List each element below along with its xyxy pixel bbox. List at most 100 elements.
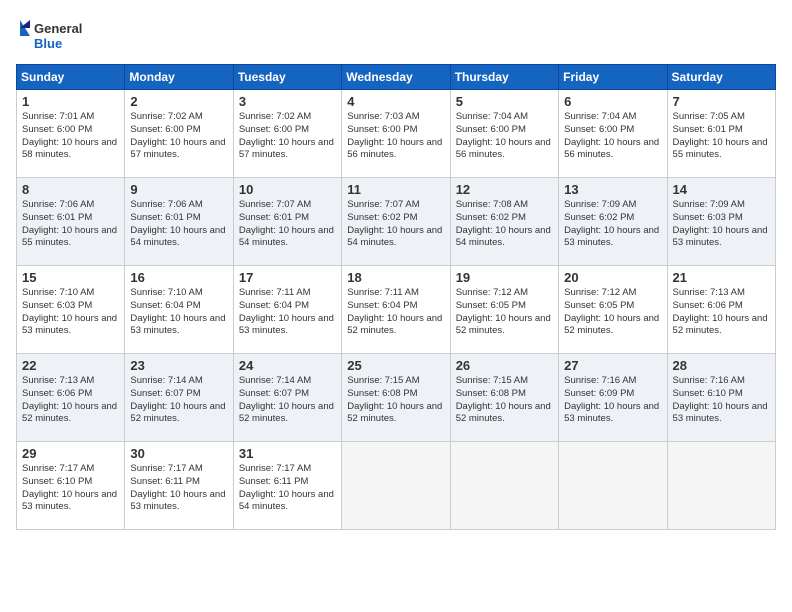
calendar-day-cell: 18Sunrise: 7:11 AM Sunset: 6:04 PM Dayli… xyxy=(342,266,450,354)
day-number: 17 xyxy=(239,270,336,285)
day-number: 8 xyxy=(22,182,119,197)
day-number: 6 xyxy=(564,94,661,109)
calendar-table: SundayMondayTuesdayWednesdayThursdayFrid… xyxy=(16,64,776,530)
day-detail: Sunrise: 7:05 AM Sunset: 6:01 PM Dayligh… xyxy=(673,111,770,162)
day-number: 25 xyxy=(347,358,444,373)
calendar-week-row: 8 Sunrise: 7:06 AM Sunset: 6:01 PM Daylig… xyxy=(17,178,776,266)
day-detail: Sunrise: 7:07 AM Sunset: 6:02 PM Dayligh… xyxy=(347,199,444,250)
calendar-day-cell: 12Sunrise: 7:08 AM Sunset: 6:02 PM Dayli… xyxy=(450,178,558,266)
day-detail: Sunrise: 7:08 AM Sunset: 6:02 PM Dayligh… xyxy=(456,199,553,250)
calendar-day-cell: 11 Sunrise: 7:07 AM Sunset: 6:02 PM Dayli… xyxy=(342,178,450,266)
weekday-header-cell: Friday xyxy=(559,65,667,90)
day-detail: Sunrise: 7:15 AM Sunset: 6:08 PM Dayligh… xyxy=(456,375,553,426)
day-number: 29 xyxy=(22,446,119,461)
logo: General Blue xyxy=(16,16,96,56)
day-detail: Sunrise: 7:01 AM Sunset: 6:00 PM Dayligh… xyxy=(22,111,119,162)
calendar-day-cell: 8Sunrise: 7:06 AM Sunset: 6:01 PM Daylig… xyxy=(17,178,125,266)
day-number: 9 xyxy=(130,182,227,197)
day-detail: Sunrise: 7:17 AM Sunset: 6:11 PM Dayligh… xyxy=(239,463,336,514)
calendar-day-cell: 21 Sunrise: 7:13 AM Sunset: 6:06 PM Dayli… xyxy=(667,266,775,354)
day-detail: Sunrise: 7:02 AM Sunset: 6:00 PM Dayligh… xyxy=(239,111,336,162)
day-detail: Sunrise: 7:09 AM Sunset: 6:03 PM Dayligh… xyxy=(673,199,770,250)
calendar-day-cell: 19Sunrise: 7:12 AM Sunset: 6:05 PM Dayli… xyxy=(450,266,558,354)
day-detail: Sunrise: 7:14 AM Sunset: 6:07 PM Dayligh… xyxy=(130,375,227,426)
day-number: 3 xyxy=(239,94,336,109)
calendar-day-cell: 28 Sunrise: 7:16 AM Sunset: 6:10 PM Dayli… xyxy=(667,354,775,442)
weekday-header-cell: Monday xyxy=(125,65,233,90)
calendar-day-cell: 6 Sunrise: 7:04 AM Sunset: 6:00 PM Daylig… xyxy=(559,90,667,178)
calendar-day-cell: 17 Sunrise: 7:11 AM Sunset: 6:04 PM Dayli… xyxy=(233,266,341,354)
day-number: 1 xyxy=(22,94,119,109)
calendar-day-cell: 10 Sunrise: 7:07 AM Sunset: 6:01 PM Dayli… xyxy=(233,178,341,266)
calendar-day-cell xyxy=(559,442,667,530)
day-number: 5 xyxy=(456,94,553,109)
day-detail: Sunrise: 7:04 AM Sunset: 6:00 PM Dayligh… xyxy=(564,111,661,162)
calendar-day-cell: 9 Sunrise: 7:06 AM Sunset: 6:01 PM Daylig… xyxy=(125,178,233,266)
day-detail: Sunrise: 7:16 AM Sunset: 6:10 PM Dayligh… xyxy=(673,375,770,426)
calendar-day-cell: 1 Sunrise: 7:01 AM Sunset: 6:00 PM Daylig… xyxy=(17,90,125,178)
day-detail: Sunrise: 7:15 AM Sunset: 6:08 PM Dayligh… xyxy=(347,375,444,426)
weekday-header-cell: Tuesday xyxy=(233,65,341,90)
day-detail: Sunrise: 7:10 AM Sunset: 6:04 PM Dayligh… xyxy=(130,287,227,338)
weekday-header-cell: Thursday xyxy=(450,65,558,90)
calendar-day-cell: 20Sunrise: 7:12 AM Sunset: 6:05 PM Dayli… xyxy=(559,266,667,354)
calendar-day-cell: 26 Sunrise: 7:15 AM Sunset: 6:08 PM Dayli… xyxy=(450,354,558,442)
calendar-day-cell: 7 Sunrise: 7:05 AM Sunset: 6:01 PM Daylig… xyxy=(667,90,775,178)
day-number: 15 xyxy=(22,270,119,285)
day-number: 2 xyxy=(130,94,227,109)
calendar-day-cell xyxy=(667,442,775,530)
calendar-week-row: 29 Sunrise: 7:17 AM Sunset: 6:10 PM Dayli… xyxy=(17,442,776,530)
day-number: 7 xyxy=(673,94,770,109)
day-number: 20 xyxy=(564,270,661,285)
calendar-day-cell: 4Sunrise: 7:03 AM Sunset: 6:00 PM Daylig… xyxy=(342,90,450,178)
day-detail: Sunrise: 7:04 AM Sunset: 6:00 PM Dayligh… xyxy=(456,111,553,162)
day-number: 23 xyxy=(130,358,227,373)
calendar-day-cell: 5 Sunrise: 7:04 AM Sunset: 6:00 PM Daylig… xyxy=(450,90,558,178)
day-number: 13 xyxy=(564,182,661,197)
calendar-week-row: 15 Sunrise: 7:10 AM Sunset: 6:03 PM Dayli… xyxy=(17,266,776,354)
calendar-day-cell: 30 Sunrise: 7:17 AM Sunset: 6:11 PM Dayli… xyxy=(125,442,233,530)
day-detail: Sunrise: 7:06 AM Sunset: 6:01 PM Dayligh… xyxy=(130,199,227,250)
calendar-day-cell: 29 Sunrise: 7:17 AM Sunset: 6:10 PM Dayli… xyxy=(17,442,125,530)
calendar-day-cell: 25 Sunrise: 7:15 AM Sunset: 6:08 PM Dayli… xyxy=(342,354,450,442)
day-number: 21 xyxy=(673,270,770,285)
calendar-week-row: 22 Sunrise: 7:13 AM Sunset: 6:06 PM Dayli… xyxy=(17,354,776,442)
calendar-day-cell: 24Sunrise: 7:14 AM Sunset: 6:07 PM Dayli… xyxy=(233,354,341,442)
day-detail: Sunrise: 7:17 AM Sunset: 6:11 PM Dayligh… xyxy=(130,463,227,514)
day-detail: Sunrise: 7:17 AM Sunset: 6:10 PM Dayligh… xyxy=(22,463,119,514)
day-number: 27 xyxy=(564,358,661,373)
logo-svg: General Blue xyxy=(16,16,96,56)
calendar-day-cell xyxy=(342,442,450,530)
calendar-day-cell: 2Sunrise: 7:02 AM Sunset: 6:00 PM Daylig… xyxy=(125,90,233,178)
page-header: General Blue xyxy=(16,16,776,56)
day-number: 10 xyxy=(239,182,336,197)
calendar-day-cell: 22 Sunrise: 7:13 AM Sunset: 6:06 PM Dayli… xyxy=(17,354,125,442)
day-detail: Sunrise: 7:07 AM Sunset: 6:01 PM Dayligh… xyxy=(239,199,336,250)
calendar-week-row: 1 Sunrise: 7:01 AM Sunset: 6:00 PM Daylig… xyxy=(17,90,776,178)
calendar-day-cell: 15 Sunrise: 7:10 AM Sunset: 6:03 PM Dayli… xyxy=(17,266,125,354)
day-number: 14 xyxy=(673,182,770,197)
day-detail: Sunrise: 7:12 AM Sunset: 6:05 PM Dayligh… xyxy=(456,287,553,338)
day-number: 28 xyxy=(673,358,770,373)
calendar-day-cell: 31Sunrise: 7:17 AM Sunset: 6:11 PM Dayli… xyxy=(233,442,341,530)
calendar-day-cell: 23 Sunrise: 7:14 AM Sunset: 6:07 PM Dayli… xyxy=(125,354,233,442)
weekday-header-cell: Wednesday xyxy=(342,65,450,90)
day-detail: Sunrise: 7:13 AM Sunset: 6:06 PM Dayligh… xyxy=(22,375,119,426)
calendar-day-cell: 27Sunrise: 7:16 AM Sunset: 6:09 PM Dayli… xyxy=(559,354,667,442)
day-number: 26 xyxy=(456,358,553,373)
day-number: 11 xyxy=(347,182,444,197)
calendar-day-cell: 14 Sunrise: 7:09 AM Sunset: 6:03 PM Dayli… xyxy=(667,178,775,266)
day-detail: Sunrise: 7:11 AM Sunset: 6:04 PM Dayligh… xyxy=(239,287,336,338)
calendar-day-cell: 13 Sunrise: 7:09 AM Sunset: 6:02 PM Dayli… xyxy=(559,178,667,266)
day-number: 24 xyxy=(239,358,336,373)
day-detail: Sunrise: 7:10 AM Sunset: 6:03 PM Dayligh… xyxy=(22,287,119,338)
day-number: 22 xyxy=(22,358,119,373)
day-detail: Sunrise: 7:13 AM Sunset: 6:06 PM Dayligh… xyxy=(673,287,770,338)
calendar-day-cell xyxy=(450,442,558,530)
day-number: 16 xyxy=(130,270,227,285)
day-number: 4 xyxy=(347,94,444,109)
svg-text:General: General xyxy=(34,21,82,36)
day-detail: Sunrise: 7:11 AM Sunset: 6:04 PM Dayligh… xyxy=(347,287,444,338)
day-detail: Sunrise: 7:09 AM Sunset: 6:02 PM Dayligh… xyxy=(564,199,661,250)
day-number: 30 xyxy=(130,446,227,461)
